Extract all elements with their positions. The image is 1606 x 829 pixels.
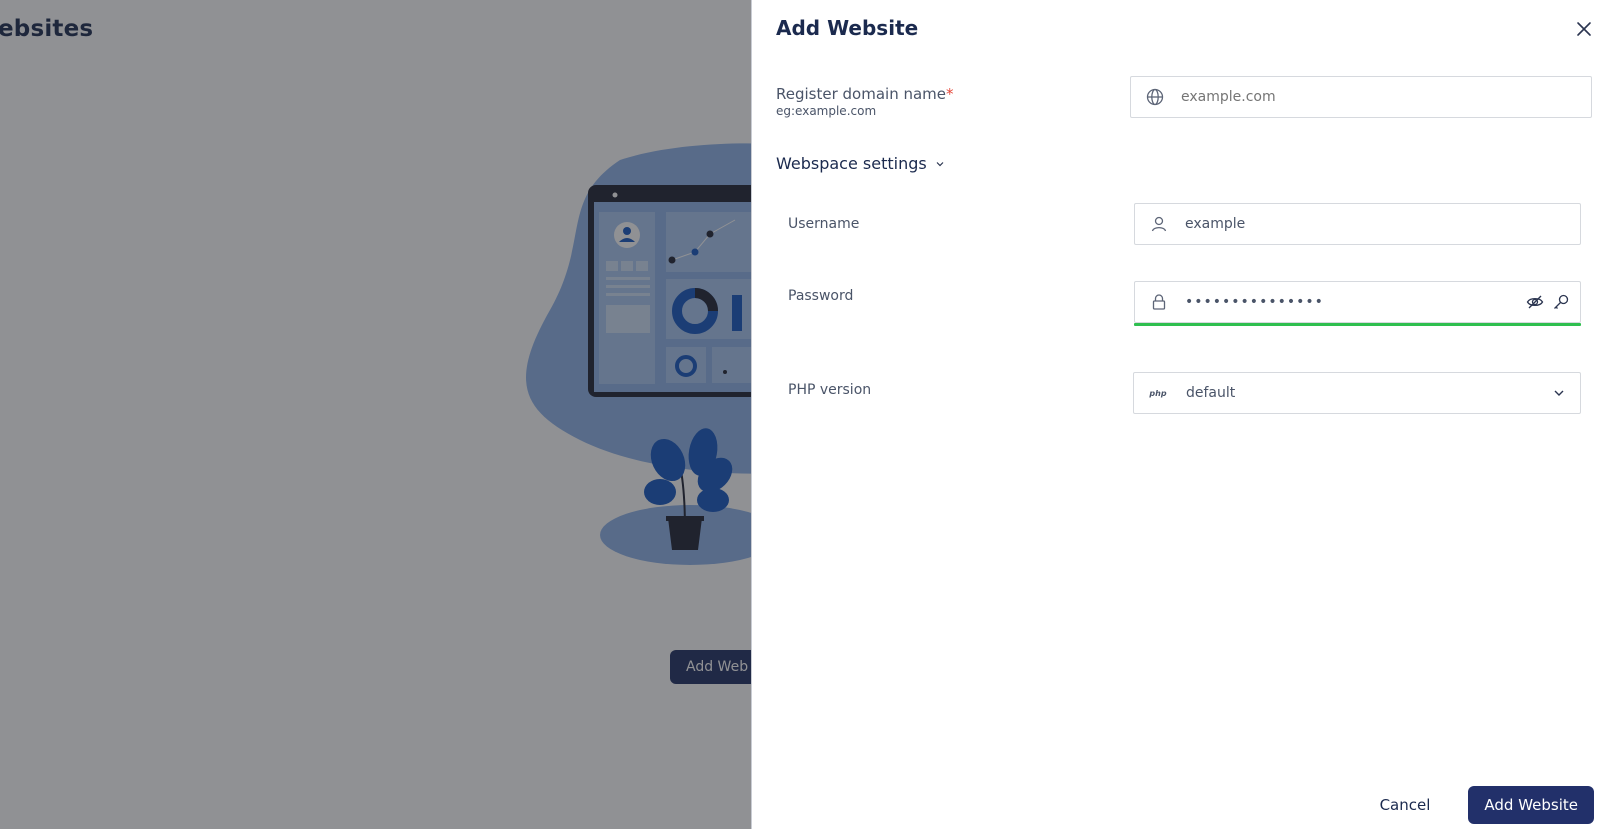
chevron-down-icon [935, 154, 945, 173]
password-label: Password [788, 288, 854, 304]
webspace-settings-toggle[interactable]: Webspace settings [776, 154, 945, 173]
php-version-label: PHP version [788, 382, 872, 398]
lock-icon [1149, 292, 1169, 312]
domain-input[interactable] [1165, 77, 1591, 117]
user-icon [1149, 214, 1169, 234]
add-website-drawer: Add Website Register domain name* eg:exa… [751, 0, 1606, 829]
domain-label-text: Register domain name [776, 85, 947, 103]
drawer-footer: Cancel Add Website [1362, 786, 1594, 824]
php-icon: php [1148, 383, 1168, 403]
add-website-button[interactable]: Add Website [1468, 786, 1594, 824]
php-badge: php [1149, 388, 1167, 398]
eye-off-icon[interactable] [1526, 293, 1544, 311]
chevron-down-icon [1552, 386, 1566, 400]
required-mark: * [946, 85, 954, 103]
key-icon[interactable] [1552, 293, 1570, 311]
close-icon [1577, 21, 1591, 36]
php-version-select[interactable]: php default [1133, 372, 1581, 414]
cancel-button[interactable]: Cancel [1362, 788, 1449, 822]
drawer-title: Add Website [776, 16, 919, 40]
password-strength-bar [1134, 323, 1581, 326]
username-input[interactable] [1169, 204, 1580, 244]
username-field [1134, 203, 1581, 245]
php-version-value: default [1186, 385, 1236, 401]
webspace-settings-label: Webspace settings [776, 154, 927, 173]
password-field [1134, 281, 1581, 323]
domain-label: Register domain name* [776, 85, 954, 103]
domain-field [1130, 76, 1592, 118]
username-label: Username [788, 216, 860, 232]
domain-hint: eg:example.com [776, 104, 877, 118]
globe-icon [1145, 87, 1165, 107]
password-input[interactable] [1169, 282, 1526, 322]
close-button[interactable] [1572, 18, 1596, 42]
